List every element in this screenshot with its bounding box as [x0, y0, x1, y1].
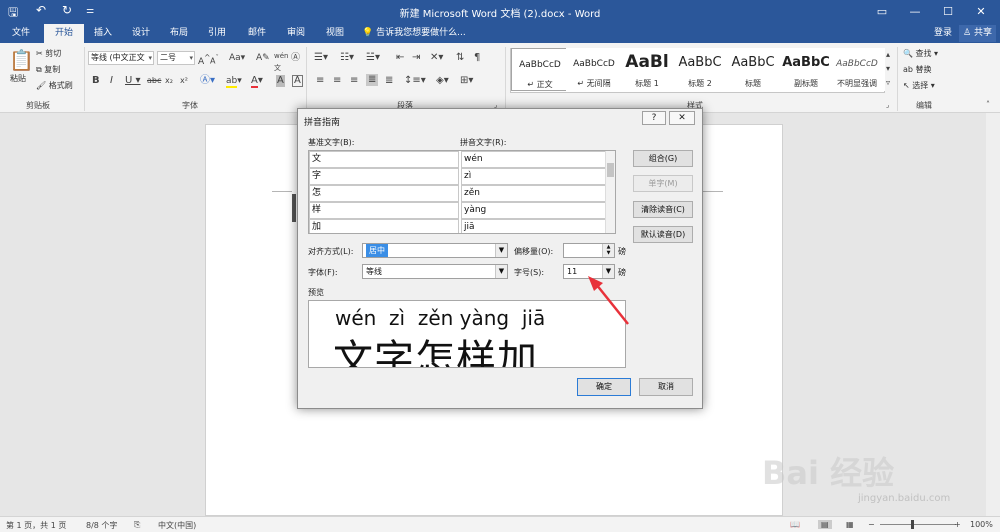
arrow-line [595, 283, 629, 325]
annotation-arrow [588, 276, 629, 325]
